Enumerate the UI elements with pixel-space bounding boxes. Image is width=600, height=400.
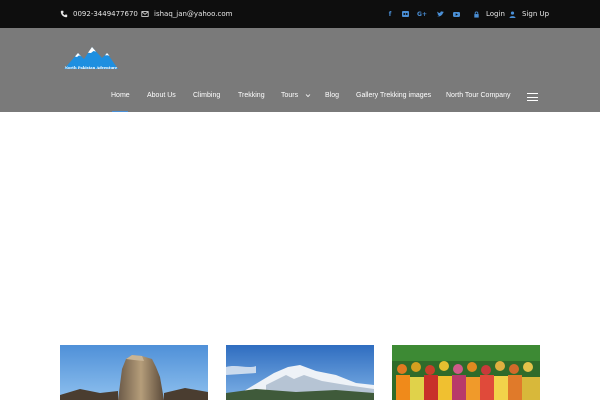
nav-north-tour-company[interactable]: North Tour Company (446, 92, 510, 99)
google-plus-icon[interactable]: G+ (417, 9, 427, 19)
rocky-mountain-peak-photo (60, 345, 208, 400)
active-nav-indicator (112, 111, 128, 112)
email-address: ishaq_jan@yahoo.com (154, 10, 233, 18)
email-contact[interactable]: ishaq_jan@yahoo.com (141, 0, 232, 28)
mountain-logo-icon[interactable] (62, 43, 120, 75)
gallery-card-snow-mountain[interactable] (226, 345, 374, 400)
nav-gallery-trekking-images[interactable]: Gallery Trekking images (356, 92, 431, 99)
top-bar: 0092-3449477670 ishaq_jan@yahoo.com f G+… (0, 0, 600, 28)
nav-home[interactable]: Home (111, 92, 130, 99)
youtube-icon[interactable] (451, 9, 461, 19)
nav-tours-label: Tours (281, 92, 299, 99)
login-link[interactable]: Login (473, 0, 505, 28)
site-header: North Pakistan Adventure Home About Us C… (0, 28, 600, 112)
twitter-icon[interactable] (435, 9, 445, 19)
nav-blog[interactable]: Blog (325, 92, 339, 99)
logo-text: North Pakistan Adventure (64, 66, 118, 70)
festival-crowd-photo (392, 345, 540, 400)
login-label: Login (486, 10, 505, 18)
gallery-card-festival[interactable] (392, 345, 540, 400)
signup-link[interactable]: Sign Up (509, 0, 549, 28)
phone-icon (60, 10, 68, 18)
mail-icon (141, 11, 149, 17)
nav-trekking[interactable]: Trekking (238, 92, 265, 99)
phone-number: 0092-3449477670 (73, 10, 138, 18)
lock-icon (474, 10, 479, 18)
signup-label: Sign Up (522, 10, 550, 18)
nav-climbing[interactable]: Climbing (193, 92, 220, 99)
phone-contact[interactable]: 0092-3449477670 (60, 0, 138, 28)
nav-about-us[interactable]: About Us (147, 92, 176, 99)
hamburger-menu-icon[interactable] (527, 93, 538, 101)
gallery-card-rocky-peak[interactable] (60, 345, 208, 400)
facebook-icon[interactable]: f (385, 9, 395, 19)
user-icon (509, 11, 516, 18)
nav-tours[interactable]: Tours (281, 92, 311, 99)
chevron-down-icon (305, 93, 311, 97)
flickr-icon[interactable] (400, 9, 410, 19)
snow-capped-mountain-photo (226, 345, 374, 400)
